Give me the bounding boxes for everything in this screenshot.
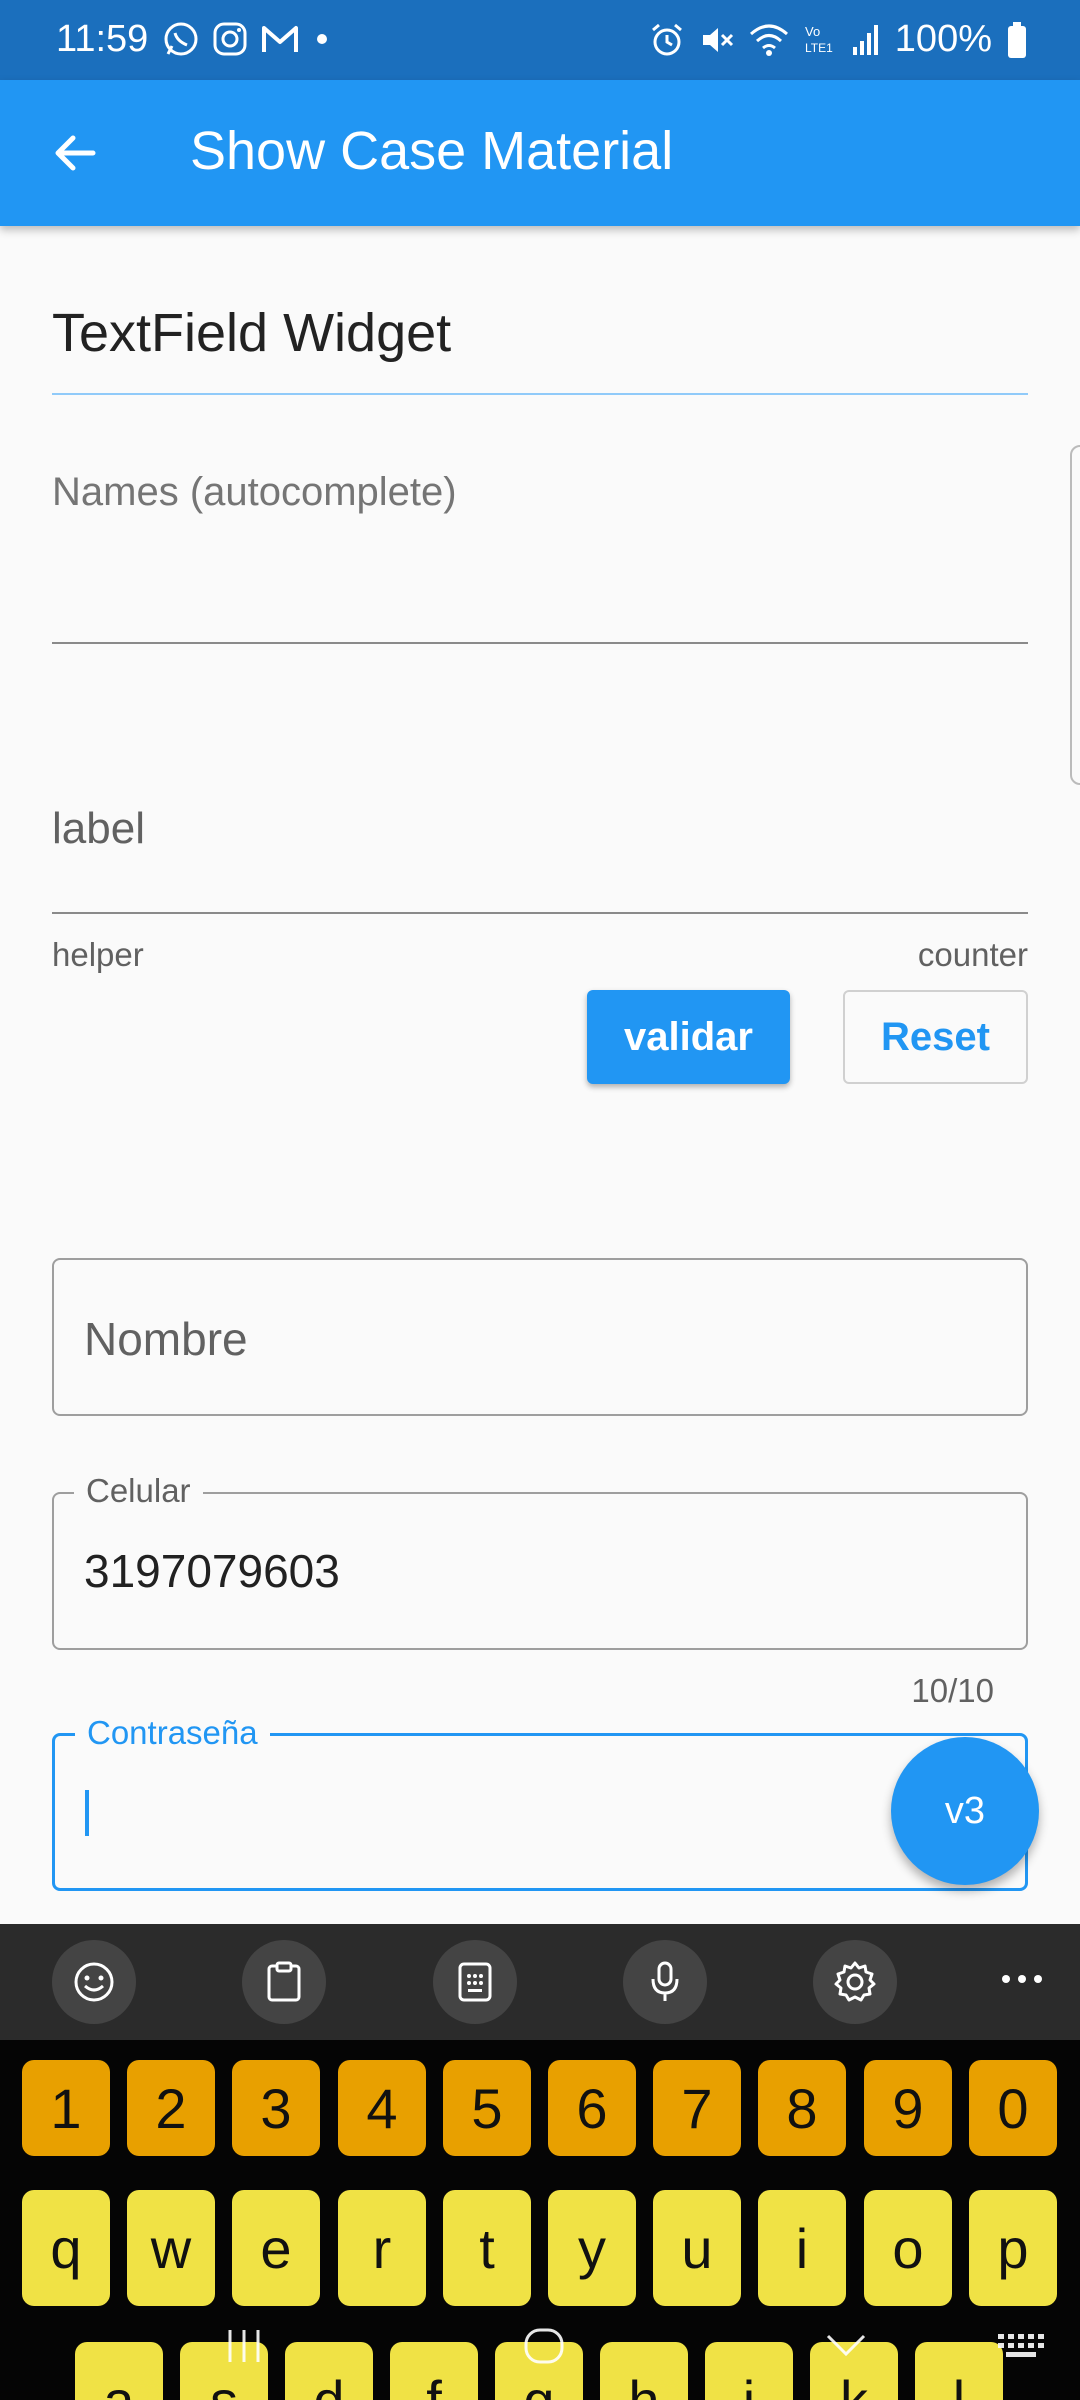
celular-value: 3197079603	[84, 1545, 340, 1597]
system-nav-bar	[0, 2310, 1080, 2400]
fab-button[interactable]: v3	[891, 1737, 1039, 1885]
title-divider	[52, 393, 1028, 395]
svg-text:LTE1: LTE1	[805, 41, 833, 55]
key-1[interactable]: 1	[22, 2060, 110, 2156]
hide-keyboard-icon[interactable]	[822, 2324, 870, 2368]
dot-icon	[317, 34, 327, 44]
key-0[interactable]: 0	[969, 2060, 1057, 2156]
label-input[interactable]: label	[52, 804, 145, 854]
counter-text: counter	[917, 936, 1028, 973]
nombre-placeholder: Nombre	[84, 1313, 248, 1365]
celular-label: Celular	[74, 1472, 203, 1510]
arrow-left-icon	[55, 135, 96, 171]
section-title: TextField Widget	[52, 303, 452, 363]
text-cursor	[85, 1790, 89, 1836]
whatsapp-icon	[164, 22, 198, 56]
key-6[interactable]: 6	[548, 2060, 636, 2156]
names-underline	[52, 642, 1028, 644]
status-time: 11:59	[56, 18, 149, 60]
notification-icons	[162, 20, 332, 58]
volte-icon: Vo LTE1	[805, 24, 833, 55]
validar-button[interactable]: validar	[587, 990, 790, 1084]
battery-percent: 100%	[894, 18, 992, 60]
alarm-icon	[651, 23, 682, 55]
label-underline	[52, 912, 1028, 914]
microphone-icon	[651, 1961, 679, 2001]
settings-icon	[834, 1961, 876, 2002]
home-icon[interactable]	[520, 2324, 568, 2368]
key-y[interactable]: y	[548, 2190, 636, 2306]
settings-button[interactable]	[813, 1940, 897, 2024]
status-bar: 11:59 Vo LTE1 100%	[0, 0, 1080, 80]
key-r[interactable]: r	[338, 2190, 426, 2306]
clipboard-icon	[267, 1961, 301, 2002]
celular-counter: 10/10	[911, 1672, 994, 1709]
more-icon	[1002, 1975, 1042, 1983]
key-i[interactable]: i	[758, 2190, 846, 2306]
battery-icon	[1008, 21, 1026, 58]
password-field[interactable]: Contraseña	[52, 1714, 1028, 1891]
recents-icon[interactable]	[222, 2324, 266, 2368]
key-q[interactable]: q	[22, 2190, 110, 2306]
key-u[interactable]: u	[653, 2190, 741, 2306]
emoji-icon	[74, 1962, 114, 2002]
more-button[interactable]	[992, 1954, 1052, 2004]
key-w[interactable]: w	[127, 2190, 215, 2306]
back-button[interactable]	[40, 118, 110, 188]
key-2[interactable]: 2	[127, 2060, 215, 2156]
clipboard-button[interactable]	[242, 1940, 326, 2024]
password-label: Contraseña	[75, 1714, 270, 1752]
key-3[interactable]: 3	[232, 2060, 320, 2156]
names-autocomplete-input[interactable]: Names (autocomplete)	[52, 470, 457, 515]
svg-text:Vo: Vo	[805, 24, 820, 39]
reset-button[interactable]: Reset	[843, 990, 1028, 1084]
key-p[interactable]: p	[969, 2190, 1057, 2306]
keypad-button[interactable]	[433, 1940, 517, 2024]
key-4[interactable]: 4	[338, 2060, 426, 2156]
scroll-indicator[interactable]	[1070, 445, 1080, 785]
system-status: Vo LTE1 100%	[649, 18, 1028, 61]
microphone-button[interactable]	[623, 1940, 707, 2024]
wifi-icon	[749, 24, 788, 56]
app-bar: Show Case Material	[0, 80, 1080, 226]
signal-icon	[852, 24, 878, 55]
key-8[interactable]: 8	[758, 2060, 846, 2156]
keyboard-toolbar	[0, 1924, 1080, 2040]
keypad-icon	[458, 1962, 492, 2002]
emoji-button[interactable]	[52, 1940, 136, 2024]
key-o[interactable]: o	[864, 2190, 952, 2306]
key-t[interactable]: t	[443, 2190, 531, 2306]
key-9[interactable]: 9	[864, 2060, 952, 2156]
key-7[interactable]: 7	[653, 2060, 741, 2156]
instagram-icon	[213, 22, 247, 56]
keyboard-switch-icon[interactable]	[994, 2324, 1048, 2368]
nombre-field[interactable]: Nombre	[52, 1258, 1028, 1416]
gmail-icon	[262, 26, 298, 52]
helper-text: helper	[52, 936, 144, 973]
key-e[interactable]: e	[232, 2190, 320, 2306]
key-5[interactable]: 5	[443, 2060, 531, 2156]
mute-icon	[702, 27, 733, 52]
app-title: Show Case Material	[190, 121, 674, 181]
celular-field[interactable]: Celular 3197079603	[52, 1472, 1028, 1650]
